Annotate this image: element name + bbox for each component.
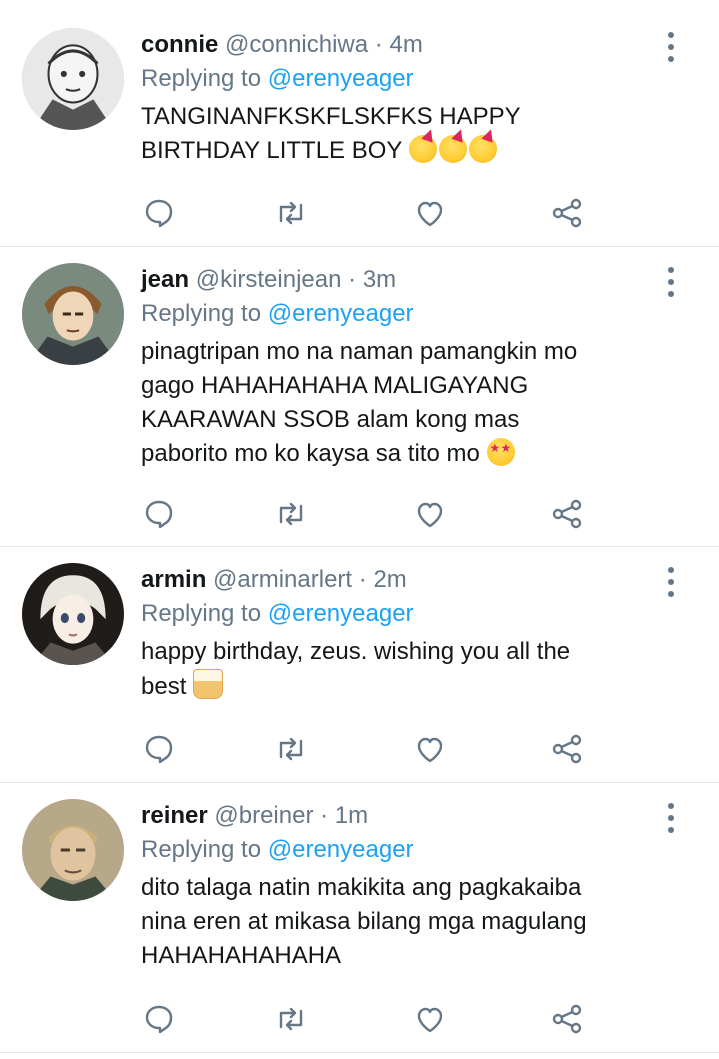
like-icon[interactable]	[412, 1001, 448, 1037]
action-bar	[141, 1001, 591, 1037]
display-name[interactable]: reiner	[141, 802, 208, 829]
text-line: BIRTHDAY LITTLE BOY	[141, 137, 402, 164]
reply-header: connie @connichiwa · 4m	[141, 28, 679, 62]
share-icon[interactable]	[549, 195, 585, 231]
like-icon[interactable]	[412, 496, 448, 532]
user-handle[interactable]: @connichiwa	[225, 31, 368, 58]
timestamp[interactable]: 2m	[373, 566, 406, 593]
avatar[interactable]	[22, 263, 124, 365]
reply-text: dito talaga natin makikita ang pagkakaib…	[141, 871, 679, 973]
display-name[interactable]: armin	[141, 566, 206, 593]
display-name[interactable]: jean	[141, 266, 189, 293]
more-options-icon[interactable]	[667, 32, 675, 62]
text-line-with-emoji: BIRTHDAY LITTLE BOY	[141, 134, 679, 168]
text-line: happy birthday, zeus. wishing you all th…	[141, 638, 571, 665]
avatar[interactable]	[22, 28, 124, 130]
reply-item[interactable]: armin @arminarlert · 2m Replying to @ere…	[0, 547, 719, 783]
partying-face-emoji	[468, 135, 497, 163]
more-options-icon[interactable]	[667, 803, 675, 833]
action-bar	[141, 496, 591, 532]
reply-icon[interactable]	[141, 1001, 177, 1037]
replying-to-label: Replying to	[141, 836, 262, 863]
share-icon[interactable]	[549, 496, 585, 532]
replying-to-label: Replying to	[141, 300, 262, 327]
connie-avatar	[22, 28, 124, 130]
text-line-with-emoji: best	[141, 669, 679, 704]
like-icon[interactable]	[412, 195, 448, 231]
reply-text: happy birthday, zeus. wishing you all th…	[141, 635, 679, 704]
mention-link[interactable]: @erenyeager	[268, 65, 414, 92]
separator-dot: ·	[320, 802, 329, 829]
reply-icon[interactable]	[141, 731, 177, 767]
reply-icon[interactable]	[141, 496, 177, 532]
armin-avatar	[22, 563, 124, 665]
reply-item[interactable]: jean @kirsteinjean · 3m Replying to @ere…	[0, 247, 719, 547]
action-bar	[141, 195, 591, 231]
retweet-icon[interactable]	[273, 731, 309, 767]
reply-item[interactable]: connie @connichiwa · 4m Replying to @ere…	[0, 0, 719, 247]
text-line: paborito mo ko kaysa sa tito mo	[141, 440, 480, 467]
avatar[interactable]	[22, 563, 124, 665]
retweet-icon[interactable]	[273, 496, 309, 532]
user-handle[interactable]: @arminarlert	[213, 566, 352, 593]
reply-header: jean @kirsteinjean · 3m	[141, 263, 679, 297]
text-line: nina eren at mikasa bilang mga magulang	[141, 908, 587, 935]
user-handle[interactable]: @kirsteinjean	[196, 266, 342, 293]
text-line: HAHAHAHAHAHA	[141, 942, 342, 969]
mention-link[interactable]: @erenyeager	[268, 836, 414, 863]
replying-to: Replying to @erenyeager	[141, 597, 679, 631]
separator-dot: ·	[358, 566, 367, 593]
replying-to: Replying to @erenyeager	[141, 833, 679, 867]
replying-to: Replying to @erenyeager	[141, 62, 679, 96]
reply-icon[interactable]	[141, 195, 177, 231]
text-line: best	[141, 673, 187, 700]
reply-header: reiner @breiner · 1m	[141, 799, 679, 833]
share-icon[interactable]	[549, 1001, 585, 1037]
timestamp[interactable]: 4m	[389, 31, 422, 58]
replying-to-label: Replying to	[141, 600, 262, 627]
reply-text: TANGINANFKSKFLSKFKS HAPPY BIRTHDAY LITTL…	[141, 100, 679, 168]
separator-dot: ·	[374, 31, 383, 58]
text-line-with-emoji: paborito mo ko kaysa sa tito mo	[141, 437, 679, 471]
text-line: dito talaga natin makikita ang pagkakaib…	[141, 874, 582, 901]
timestamp[interactable]: 3m	[363, 266, 396, 293]
retweet-icon[interactable]	[273, 195, 309, 231]
partying-face-emoji	[438, 135, 467, 163]
display-name[interactable]: connie	[141, 31, 218, 58]
timestamp[interactable]: 1m	[335, 802, 368, 829]
text-line: KAARAWAN SSOB alam kong mas	[141, 406, 520, 433]
like-icon[interactable]	[412, 731, 448, 767]
reply-text: pinagtripan mo na naman pamangkin mo gag…	[141, 335, 679, 471]
birthday-cake-emoji	[193, 669, 224, 699]
more-options-icon[interactable]	[667, 567, 675, 597]
star-struck-emoji	[486, 438, 515, 466]
replying-to-label: Replying to	[141, 65, 262, 92]
partying-face-emoji	[408, 135, 437, 163]
reply-header: armin @arminarlert · 2m	[141, 563, 679, 597]
retweet-icon[interactable]	[273, 1001, 309, 1037]
action-bar	[141, 731, 591, 767]
more-options-icon[interactable]	[667, 267, 675, 297]
reply-item[interactable]: reiner @breiner · 1m Replying to @erenye…	[0, 783, 719, 1053]
mention-link[interactable]: @erenyeager	[268, 600, 414, 627]
user-handle[interactable]: @breiner	[214, 802, 313, 829]
share-icon[interactable]	[549, 731, 585, 767]
text-line: TANGINANFKSKFLSKFKS HAPPY	[141, 103, 521, 130]
reiner-avatar	[22, 799, 124, 901]
avatar[interactable]	[22, 799, 124, 901]
replies-feed: connie @connichiwa · 4m Replying to @ere…	[0, 0, 719, 1053]
text-line: gago HAHAHAHAHA MALIGAYANG	[141, 372, 529, 399]
replying-to: Replying to @erenyeager	[141, 297, 679, 331]
mention-link[interactable]: @erenyeager	[268, 300, 414, 327]
jean-avatar	[22, 263, 124, 365]
text-line: pinagtripan mo na naman pamangkin mo	[141, 338, 578, 365]
separator-dot: ·	[348, 266, 357, 293]
